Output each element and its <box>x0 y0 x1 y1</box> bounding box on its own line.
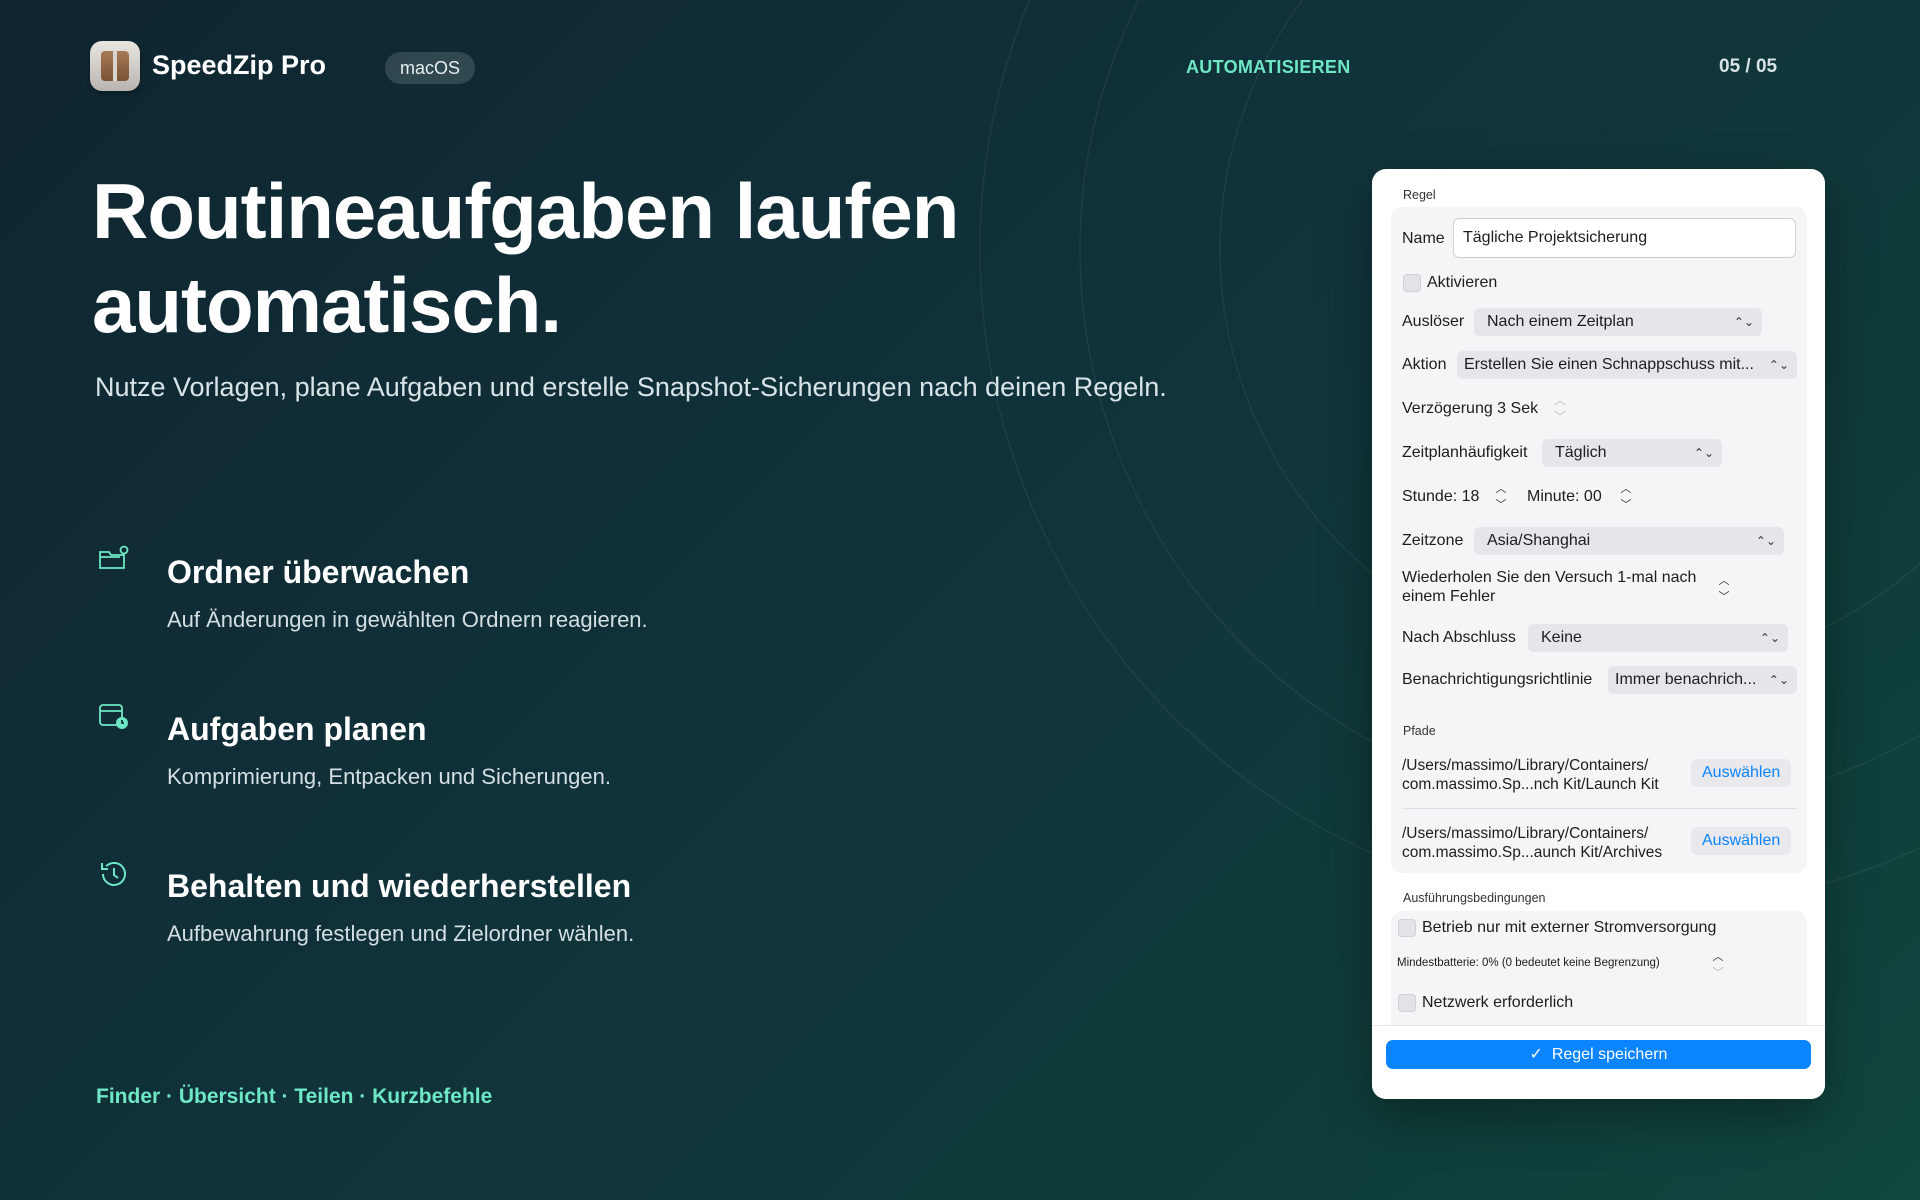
stepper-down-icon[interactable]: ﹀ <box>1616 497 1636 513</box>
name-label: Name <box>1402 230 1445 247</box>
stepper-down-icon[interactable]: ﹀ <box>1708 965 1728 981</box>
feature-description: Auf Änderungen in gewählten Ordnern reag… <box>167 607 648 632</box>
stepper-up-icon[interactable]: ︿ <box>1491 481 1511 497</box>
subhead: Nutze Vorlagen, plane Aufgaben und erste… <box>95 372 1167 402</box>
checkmark-icon: ✓ <box>1529 1046 1552 1063</box>
save-rule-label: Regel speichern <box>1551 1046 1668 1063</box>
frequency-value: Täglich <box>1555 444 1607 461</box>
minute-label: Minute: 00 <box>1527 488 1602 505</box>
power-checkbox[interactable] <box>1398 919 1416 937</box>
network-label: Netzwerk erforderlich <box>1422 994 1574 1011</box>
battery-label: Mindestbatterie: 0% (0 bedeutet keine Be… <box>1397 957 1660 969</box>
action-popup[interactable]: Erstellen Sie einen Schnappschuss mit...… <box>1457 351 1797 379</box>
trigger-value: Nach einem Zeitplan <box>1487 313 1634 330</box>
delay-stepper[interactable]: ︿ ﹀ <box>1550 393 1570 425</box>
stepper-down-icon[interactable]: ﹀ <box>1491 497 1511 513</box>
app-name: SpeedZip Pro <box>152 50 327 80</box>
trigger-label: Auslöser <box>1402 313 1465 330</box>
path-2-line2: com.massimo.Sp...aunch Kit/Archives <box>1402 844 1663 861</box>
stepper-up-icon[interactable]: ︿ <box>1708 949 1728 965</box>
chevron-updown-icon: ⌃⌄ <box>1768 673 1789 687</box>
page-counter: 05 / 05 <box>1719 56 1778 77</box>
chevron-updown-icon: ⌃⌄ <box>1693 446 1714 460</box>
frequency-popup[interactable]: Täglich ⌃⌄ <box>1542 439 1722 467</box>
section-label: AUTOMATISIEREN <box>1186 57 1351 77</box>
chevron-updown-icon: ⌃⌄ <box>1733 315 1754 329</box>
feature-title: Behalten und wiederherstellen <box>167 868 632 904</box>
paths-divider <box>1402 808 1797 809</box>
notify-label: Benachrichtigungsrichtlinie <box>1402 671 1593 688</box>
retry-label-line1: Wiederholen Sie den Versuch 1-mal nach <box>1402 569 1697 586</box>
save-rule-button[interactable]: ✓ Regel speichern <box>1386 1040 1811 1069</box>
power-label: Betrieb nur mit externer Stromversorgung <box>1422 919 1717 936</box>
retry-stepper[interactable]: ︿ ﹀ <box>1714 573 1734 605</box>
trigger-popup[interactable]: Nach einem Zeitplan ⌃⌄ <box>1474 308 1762 336</box>
timezone-label: Zeitzone <box>1402 532 1464 549</box>
choose-path-1-button[interactable]: Auswählen <box>1691 759 1792 787</box>
notify-value: Immer benachrich... <box>1615 671 1757 688</box>
feature-title: Aufgaben planen <box>167 711 427 747</box>
minute-stepper[interactable]: ︿ ﹀ <box>1616 481 1636 513</box>
footer-links: Finder · Übersicht · Teilen · Kurzbefehl… <box>96 1085 493 1108</box>
stepper-up-icon[interactable]: ︿ <box>1714 573 1734 589</box>
path-1-line1: /Users/massimo/Library/Containers/ <box>1402 757 1649 774</box>
chevron-updown-icon: ⌃⌄ <box>1768 358 1789 372</box>
feature-description: Aufbewahrung festlegen und Zielordner wä… <box>167 921 635 946</box>
platform-badge: macOS <box>385 52 476 84</box>
history-icon <box>101 861 126 886</box>
after-popup[interactable]: Keine ⌃⌄ <box>1528 624 1788 652</box>
feature-description: Komprimierung, Entpacken und Sicherungen… <box>167 764 611 789</box>
timezone-value: Asia/Shanghai <box>1487 532 1591 549</box>
feature-title: Ordner überwachen <box>167 554 470 590</box>
enable-checkbox[interactable] <box>1403 274 1421 292</box>
after-label: Nach Abschluss <box>1402 629 1516 646</box>
chevron-updown-icon: ⌃⌄ <box>1755 534 1776 548</box>
action-label: Aktion <box>1402 356 1447 373</box>
battery-stepper[interactable]: ︿ ﹀ <box>1708 949 1728 981</box>
notify-popup[interactable]: Immer benachrich... ⌃⌄ <box>1608 666 1797 694</box>
section-conditions: Ausführungsbedingungen <box>1403 891 1546 905</box>
path-1-line2: com.massimo.Sp...nch Kit/Launch Kit <box>1402 776 1659 793</box>
stepper-down-icon[interactable]: ﹀ <box>1550 409 1570 425</box>
section-paths: Pfade <box>1403 724 1436 738</box>
headline: Routineaufgaben laufen automatisch. <box>92 167 959 349</box>
enable-label: Aktivieren <box>1427 274 1498 291</box>
calendar-clock-icon <box>99 704 128 729</box>
rule-editor-panel: Regel Name Tägliche Projektsicherung Akt… <box>1372 169 1825 1099</box>
choose-path-2-button[interactable]: Auswählen <box>1691 827 1792 855</box>
section-rule: Regel <box>1403 188 1436 202</box>
retry-label-line2: einem Fehler <box>1402 588 1496 605</box>
delay-label: Verzögerung 3 Sek <box>1402 400 1539 417</box>
chevron-updown-icon: ⌃⌄ <box>1759 631 1780 645</box>
frequency-label: Zeitplanhäufigkeit <box>1402 444 1528 461</box>
stepper-down-icon[interactable]: ﹀ <box>1714 589 1734 605</box>
app-icon <box>90 41 140 91</box>
stepper-up-icon[interactable]: ︿ <box>1616 481 1636 497</box>
hour-stepper[interactable]: ︿ ﹀ <box>1491 481 1511 513</box>
timezone-popup[interactable]: Asia/Shanghai ⌃⌄ <box>1474 527 1784 555</box>
hour-label: Stunde: 18 <box>1402 488 1480 505</box>
name-field[interactable]: Tägliche Projektsicherung <box>1453 218 1796 258</box>
action-value: Erstellen Sie einen Schnappschuss mit... <box>1464 356 1754 373</box>
folder-gear-icon <box>99 545 129 569</box>
stepper-up-icon[interactable]: ︿ <box>1550 393 1570 409</box>
network-checkbox[interactable] <box>1398 994 1416 1012</box>
after-value: Keine <box>1541 629 1582 646</box>
path-2-line1: /Users/massimo/Library/Containers/ <box>1402 825 1649 842</box>
